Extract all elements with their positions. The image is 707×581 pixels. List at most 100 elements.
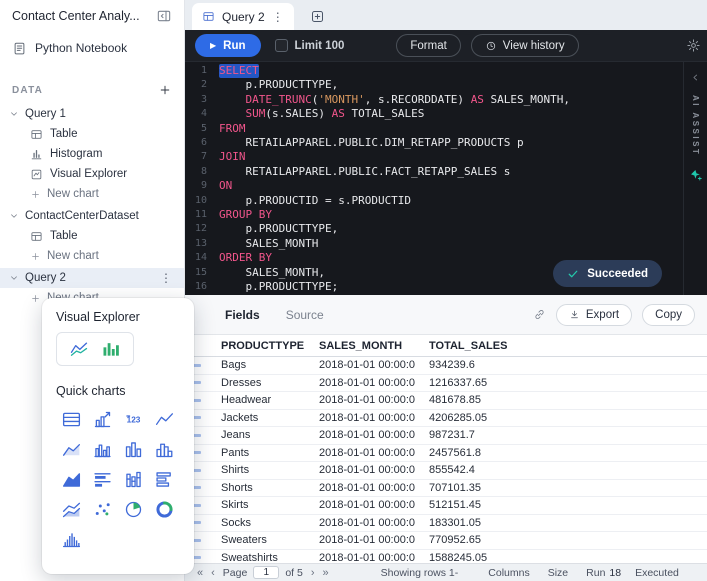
line-number: 1 xyxy=(185,64,207,78)
table-cell: 2018-01-01 00:00:00 xyxy=(305,464,415,476)
column-header[interactable]: TOTAL_SALES xyxy=(415,340,707,352)
table-row[interactable]: Sweaters2018-01-01 00:00:00770952.65 xyxy=(185,532,707,550)
gear-icon[interactable] xyxy=(686,38,701,53)
quick-chart-pie-icon[interactable] xyxy=(122,498,146,520)
line-number: 3 xyxy=(185,93,207,107)
tab-fields[interactable]: Fields xyxy=(225,308,260,322)
line-number: 16 xyxy=(185,280,207,294)
explorer-preview-card[interactable] xyxy=(56,332,134,366)
sidebar-item-table[interactable]: Table xyxy=(0,124,184,144)
tab-source[interactable]: Source xyxy=(286,308,324,322)
code-line[interactable]: 10 p.PRODUCTID = s.PRODUCTID xyxy=(185,194,683,208)
table-cell: Dresses xyxy=(207,377,305,389)
quick-chart-histogram-icon[interactable] xyxy=(153,438,177,460)
code-line[interactable]: 7JOIN xyxy=(185,150,683,164)
code-line[interactable]: 11GROUP BY xyxy=(185,208,683,222)
code-line[interactable]: 12 p.PRODUCTTYPE, xyxy=(185,222,683,236)
quick-chart-column-icon[interactable] xyxy=(122,438,146,460)
plus-icon xyxy=(30,251,41,262)
explorer-icon xyxy=(30,168,43,181)
table-row[interactable]: Pants2018-01-01 00:00:002457561.8 xyxy=(185,445,707,463)
table-row[interactable]: Sweatshirts2018-01-01 00:00:001588245.05 xyxy=(185,550,707,564)
code-line[interactable]: 9ON xyxy=(185,179,683,193)
new-tab-icon[interactable] xyxy=(310,9,325,24)
format-button[interactable]: Format xyxy=(396,34,460,57)
page-total: of 5 xyxy=(285,567,303,579)
tab-query-2[interactable]: Query 2 ⋮ xyxy=(192,3,294,30)
next-page-icon[interactable]: › xyxy=(307,567,319,579)
quick-chart-stacked-column-icon[interactable] xyxy=(122,468,146,490)
quick-chart-grouped-column-icon[interactable] xyxy=(91,438,115,460)
column-header[interactable]: PRODUCTTYPE xyxy=(207,340,305,352)
item-menu-icon[interactable]: ⋮ xyxy=(156,271,176,285)
tree-item-label: New chart xyxy=(47,188,176,200)
table-row[interactable]: Dresses2018-01-01 00:00:001216337.65 xyxy=(185,375,707,393)
quick-chart-distribution-icon[interactable] xyxy=(60,528,84,550)
code-line[interactable]: 8 RETAILAPPAREL.PUBLIC.FACT_RETAPP_SALES… xyxy=(185,165,683,179)
sidebar-item-new-chart[interactable]: New chart xyxy=(0,246,184,266)
plus-icon xyxy=(30,189,41,200)
copy-button[interactable]: Copy xyxy=(642,304,695,326)
table-row[interactable]: Skirts2018-01-01 00:00:00512151.45 xyxy=(185,497,707,515)
table-row[interactable]: Shirts2018-01-01 00:00:00855542.4 xyxy=(185,462,707,480)
quick-chart-stacked-area-icon[interactable] xyxy=(60,498,84,520)
table-cell: Pants xyxy=(207,447,305,459)
sidebar-item-new-chart[interactable]: New chart xyxy=(0,184,184,204)
sidebar-item-query-2[interactable]: Query 2⋮ xyxy=(0,268,184,288)
code-line[interactable]: 6 RETAILAPPAREL.PUBLIC.DIM_RETAPP_PRODUC… xyxy=(185,136,683,150)
table-cell: 987231.7 xyxy=(415,429,707,441)
export-button[interactable]: Export xyxy=(556,304,632,326)
code-line[interactable]: 4 SUM(s.SALES) AS TOTAL_SALES xyxy=(185,107,683,121)
sidebar-item-query-1[interactable]: Query 1 xyxy=(0,104,184,124)
code-line[interactable]: 13 SALES_MONTH xyxy=(185,237,683,251)
table-cell: Shirts xyxy=(207,464,305,476)
tab-menu-icon[interactable]: ⋮ xyxy=(272,10,284,24)
prev-page-icon[interactable]: ‹ xyxy=(207,567,219,579)
view-history-button[interactable]: View history xyxy=(471,34,579,57)
ai-sparkle-icon[interactable] xyxy=(689,168,703,182)
sidebar-item-contactcenterdataset[interactable]: ContactCenterDataset xyxy=(0,206,184,226)
quick-chart-donut-icon[interactable] xyxy=(153,498,177,520)
run-button[interactable]: ▶ Run xyxy=(195,34,261,57)
sidebar-item-histogram[interactable]: Histogram xyxy=(0,144,184,164)
code-line[interactable]: 2 p.PRODUCTTYPE, xyxy=(185,78,683,92)
table-row[interactable]: Bags2018-01-01 00:00:00934239.6 xyxy=(185,357,707,375)
collapse-sidebar-icon[interactable] xyxy=(156,8,172,24)
column-header[interactable]: SALES_MONTH xyxy=(305,340,415,352)
code-line[interactable]: 3 DATE_TRUNC('MONTH', s.RECORDDATE) AS S… xyxy=(185,93,683,107)
quick-chart-pivot-icon[interactable] xyxy=(91,408,115,430)
table-row[interactable]: Headwear2018-01-01 00:00:00481678.85 xyxy=(185,392,707,410)
sidebar-item-python-notebook[interactable]: Python Notebook xyxy=(0,36,184,60)
code-line[interactable]: 5FROM xyxy=(185,122,683,136)
expand-ai-icon[interactable] xyxy=(690,72,701,83)
table-row[interactable]: Shorts2018-01-01 00:00:00707101.35 xyxy=(185,480,707,498)
quick-chart-bar-icon[interactable] xyxy=(153,468,177,490)
quick-chart-scatter-icon[interactable] xyxy=(91,498,115,520)
sidebar-item-table[interactable]: Table xyxy=(0,226,184,246)
limit-checkbox-group[interactable]: Limit 100 xyxy=(275,39,345,52)
link-icon[interactable] xyxy=(533,308,546,321)
last-page-icon[interactable]: » xyxy=(319,567,333,579)
size-dropdown[interactable]: Size xyxy=(548,567,568,579)
page-input[interactable]: 1 xyxy=(253,566,279,579)
table-row[interactable]: Jeans2018-01-01 00:00:00987231.7 xyxy=(185,427,707,445)
limit-label: Limit 100 xyxy=(295,40,345,52)
columns-dropdown[interactable]: Columns xyxy=(488,567,529,579)
quick-chart-bar-combo-icon[interactable] xyxy=(91,468,115,490)
quick-chart-area-icon[interactable] xyxy=(60,438,84,460)
sidebar-item-visual-explorer[interactable]: Visual Explorer xyxy=(0,164,184,184)
quick-chart-line-icon[interactable] xyxy=(153,408,177,430)
history-clock-icon xyxy=(485,40,497,52)
quick-chart-filled-area-icon[interactable] xyxy=(60,468,84,490)
quick-chart-number-icon[interactable]: 123 xyxy=(122,408,146,430)
first-page-icon[interactable]: « xyxy=(193,567,207,579)
table-row[interactable]: Socks2018-01-01 00:00:00183301.05 xyxy=(185,515,707,533)
ai-assist-label: AI ASSIST xyxy=(691,95,700,156)
code-line[interactable]: 1SELECT xyxy=(185,64,683,78)
quick-chart-table-icon[interactable] xyxy=(60,408,84,430)
table-row[interactable]: Jackets2018-01-01 00:00:004206285.05 xyxy=(185,410,707,428)
limit-checkbox[interactable] xyxy=(275,39,288,52)
showing-rows-label: Showing rows 1- xyxy=(381,567,459,579)
table-cell: 2457561.8 xyxy=(415,447,707,459)
add-data-icon[interactable] xyxy=(158,83,172,97)
